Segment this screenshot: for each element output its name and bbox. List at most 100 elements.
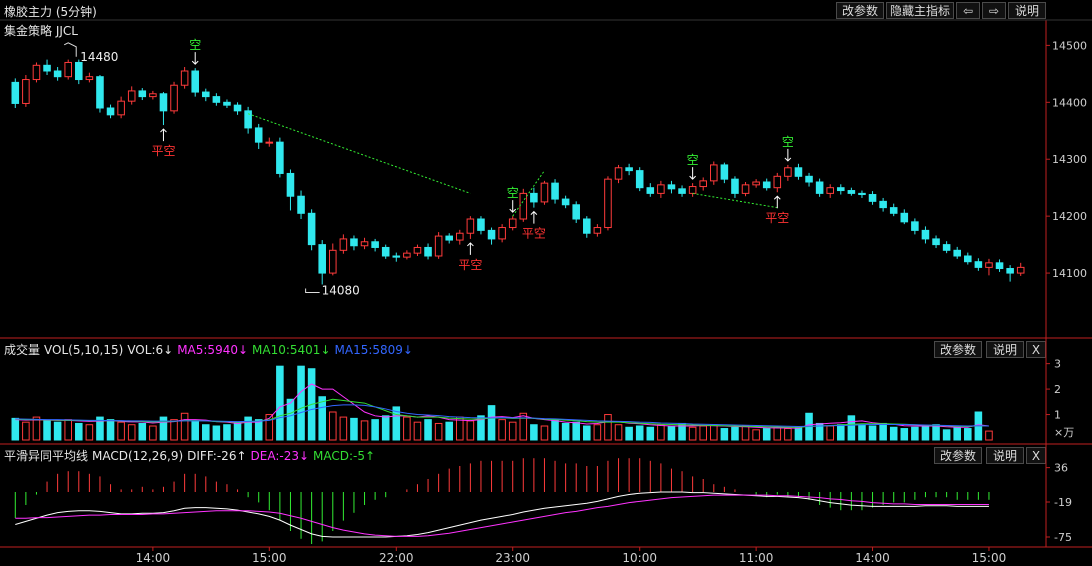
volume-bar bbox=[487, 405, 496, 441]
volume-bar bbox=[466, 420, 475, 441]
candle-body bbox=[318, 244, 326, 274]
volume-bar bbox=[551, 419, 559, 441]
cover-arrow-icon bbox=[160, 128, 167, 142]
volume-bar bbox=[350, 417, 358, 441]
candle-body bbox=[96, 76, 104, 109]
time-tick-label: 11:00 bbox=[739, 551, 774, 565]
volume-bar bbox=[614, 424, 623, 441]
volume-bar bbox=[530, 424, 538, 441]
volume-bar bbox=[11, 417, 20, 441]
candle-body bbox=[223, 101, 231, 106]
volume-bar bbox=[561, 422, 570, 441]
volume-bar bbox=[22, 421, 30, 441]
volume-bar bbox=[572, 421, 580, 441]
candle-body bbox=[530, 192, 538, 203]
candle-body bbox=[572, 204, 580, 220]
candle-body bbox=[32, 64, 41, 81]
candle-body bbox=[858, 192, 866, 196]
chart-canvas: 14100142001430014400145001448014080平空空平空… bbox=[0, 19, 1092, 565]
volume-bar bbox=[752, 429, 760, 441]
candle-body bbox=[244, 110, 252, 129]
short-signal-label: 空 bbox=[687, 153, 699, 167]
candle-body bbox=[286, 172, 295, 197]
candle-body bbox=[710, 164, 718, 182]
price-tick-label: 14400 bbox=[1052, 96, 1087, 109]
volume-bar bbox=[741, 425, 750, 441]
candle-body bbox=[932, 238, 940, 246]
volume-bar bbox=[75, 422, 83, 441]
short-arrow-icon bbox=[784, 148, 792, 162]
volume-bar bbox=[762, 428, 771, 441]
candle-body bbox=[85, 76, 94, 81]
macd-tick-label: -19 bbox=[1054, 496, 1072, 509]
cover-signal-label: 平空 bbox=[151, 144, 175, 158]
candle-body bbox=[445, 235, 453, 241]
volume-bar bbox=[657, 424, 665, 441]
candle-body bbox=[159, 93, 168, 112]
volume-bar bbox=[170, 419, 178, 441]
volume-bar bbox=[106, 419, 115, 441]
volume-bar bbox=[953, 426, 961, 441]
candle-body bbox=[350, 238, 358, 247]
volume-bar bbox=[117, 421, 125, 441]
candle-body bbox=[815, 181, 824, 194]
volume-bar bbox=[212, 425, 221, 441]
short-arrow-icon bbox=[191, 52, 199, 65]
candle-body bbox=[11, 81, 20, 104]
volume-bar bbox=[794, 426, 803, 441]
candle-body bbox=[276, 141, 284, 174]
candle-body bbox=[413, 246, 422, 254]
volume-bar bbox=[593, 424, 602, 441]
volume-bar bbox=[720, 428, 729, 441]
volume-bar bbox=[43, 420, 51, 441]
volume-bar bbox=[879, 422, 887, 441]
volume-bar bbox=[826, 425, 834, 441]
volume-bar bbox=[519, 412, 528, 441]
candle-body bbox=[593, 227, 602, 234]
volume-bar bbox=[932, 424, 940, 441]
candle-body bbox=[519, 192, 528, 220]
candle-body bbox=[953, 249, 961, 257]
candle-body bbox=[868, 194, 877, 202]
volume-bar bbox=[985, 430, 993, 441]
candle-body bbox=[551, 182, 559, 200]
volume-bar bbox=[773, 426, 782, 441]
volume-bar bbox=[371, 419, 379, 441]
volume-bar bbox=[900, 428, 909, 441]
volume-bar bbox=[837, 424, 845, 441]
candle-body bbox=[826, 187, 834, 194]
candle-body bbox=[434, 235, 443, 257]
candle-body bbox=[498, 227, 506, 240]
candle-body bbox=[53, 70, 62, 78]
macd-tick-label: 36 bbox=[1054, 462, 1068, 475]
volume-bar bbox=[635, 425, 644, 441]
candle-body bbox=[794, 167, 803, 177]
low-label-pointer bbox=[305, 288, 320, 293]
short-signal-label: 空 bbox=[189, 38, 201, 52]
candle-body bbox=[22, 79, 30, 104]
time-tick-label: 15:00 bbox=[252, 551, 287, 565]
candle-body bbox=[879, 200, 887, 209]
candle-body bbox=[921, 229, 930, 240]
low-label: 14080 bbox=[322, 283, 360, 297]
short-signal-label: 空 bbox=[507, 186, 519, 200]
volume-bar bbox=[889, 426, 898, 441]
volume-unit-label: ×万 bbox=[1054, 426, 1074, 439]
cover-signal-label: 平空 bbox=[522, 227, 546, 241]
candle-body bbox=[75, 61, 83, 81]
candle-body bbox=[202, 91, 210, 98]
volume-tick-label: 1 bbox=[1054, 409, 1061, 422]
macd-tick-label: -75 bbox=[1054, 531, 1072, 544]
volume-bar bbox=[138, 422, 147, 441]
time-tick-label: 15:00 bbox=[972, 551, 1007, 565]
candle-body bbox=[540, 182, 549, 203]
volume-bar bbox=[149, 425, 157, 441]
time-tick-label: 23:00 bbox=[495, 551, 530, 565]
candle-body bbox=[381, 246, 390, 257]
volume-bar bbox=[508, 421, 517, 441]
volume-bar bbox=[223, 424, 231, 441]
candle-body bbox=[106, 107, 115, 116]
candle-body bbox=[265, 141, 274, 144]
volume-bar bbox=[381, 415, 390, 441]
candle-body bbox=[625, 167, 633, 172]
